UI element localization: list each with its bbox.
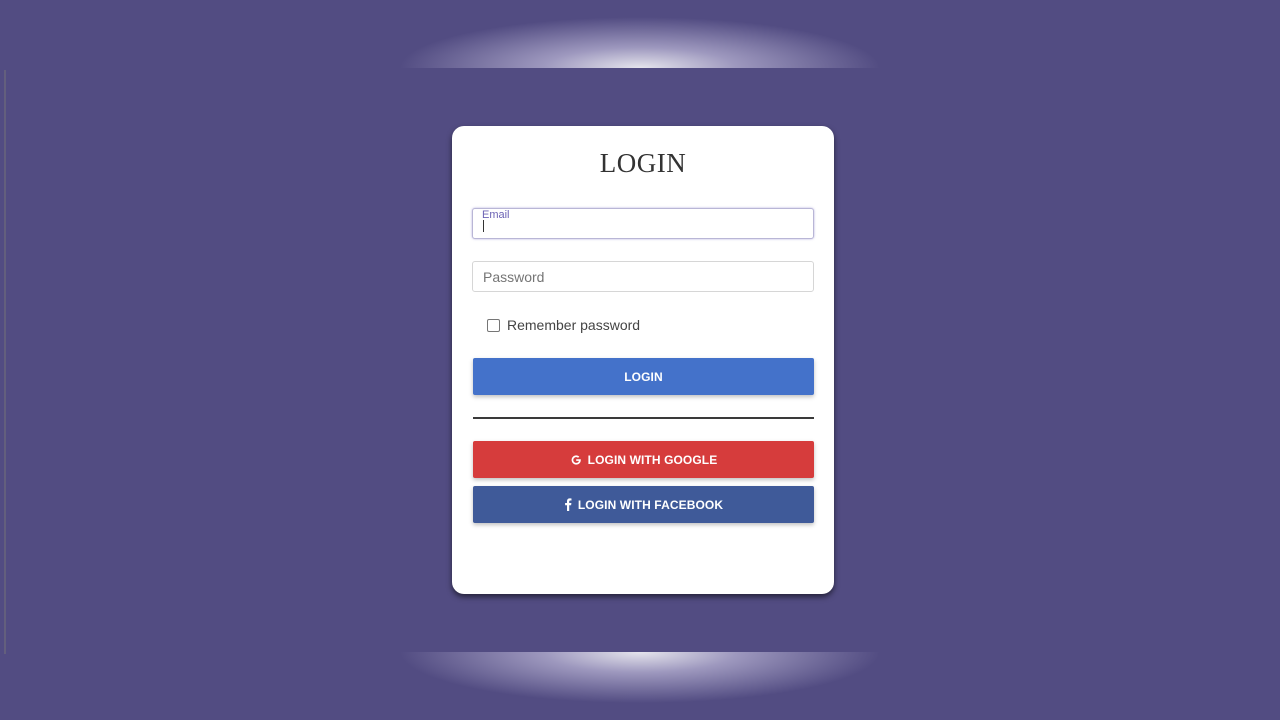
divider xyxy=(473,417,814,419)
login-title: LOGIN xyxy=(599,148,687,178)
login-with-google-label: LOGIN WITH GOOGLE xyxy=(587,452,718,467)
remember-password-row[interactable]: Remember password xyxy=(487,317,640,333)
login-card: LOGIN Email Remember password LOGIN LOGI… xyxy=(452,126,834,594)
facebook-icon xyxy=(564,498,572,511)
remember-password-label[interactable]: Remember password xyxy=(507,317,640,333)
email-input[interactable] xyxy=(473,209,813,238)
login-with-google-button[interactable]: LOGIN WITH GOOGLE xyxy=(473,441,814,478)
remember-password-checkbox[interactable] xyxy=(487,318,500,332)
login-with-facebook-button[interactable]: LOGIN WITH FACEBOOK xyxy=(473,486,814,523)
google-icon xyxy=(570,454,582,466)
bottom-glow-decoration xyxy=(320,652,960,720)
login-button[interactable]: LOGIN xyxy=(473,358,814,395)
email-field[interactable]: Email xyxy=(472,208,814,239)
login-button-label: LOGIN xyxy=(624,369,663,384)
left-edge-line xyxy=(4,70,6,654)
top-glow-decoration xyxy=(320,0,960,68)
password-input[interactable] xyxy=(473,262,813,291)
password-field[interactable] xyxy=(472,261,814,292)
login-with-facebook-label: LOGIN WITH FACEBOOK xyxy=(577,497,724,512)
